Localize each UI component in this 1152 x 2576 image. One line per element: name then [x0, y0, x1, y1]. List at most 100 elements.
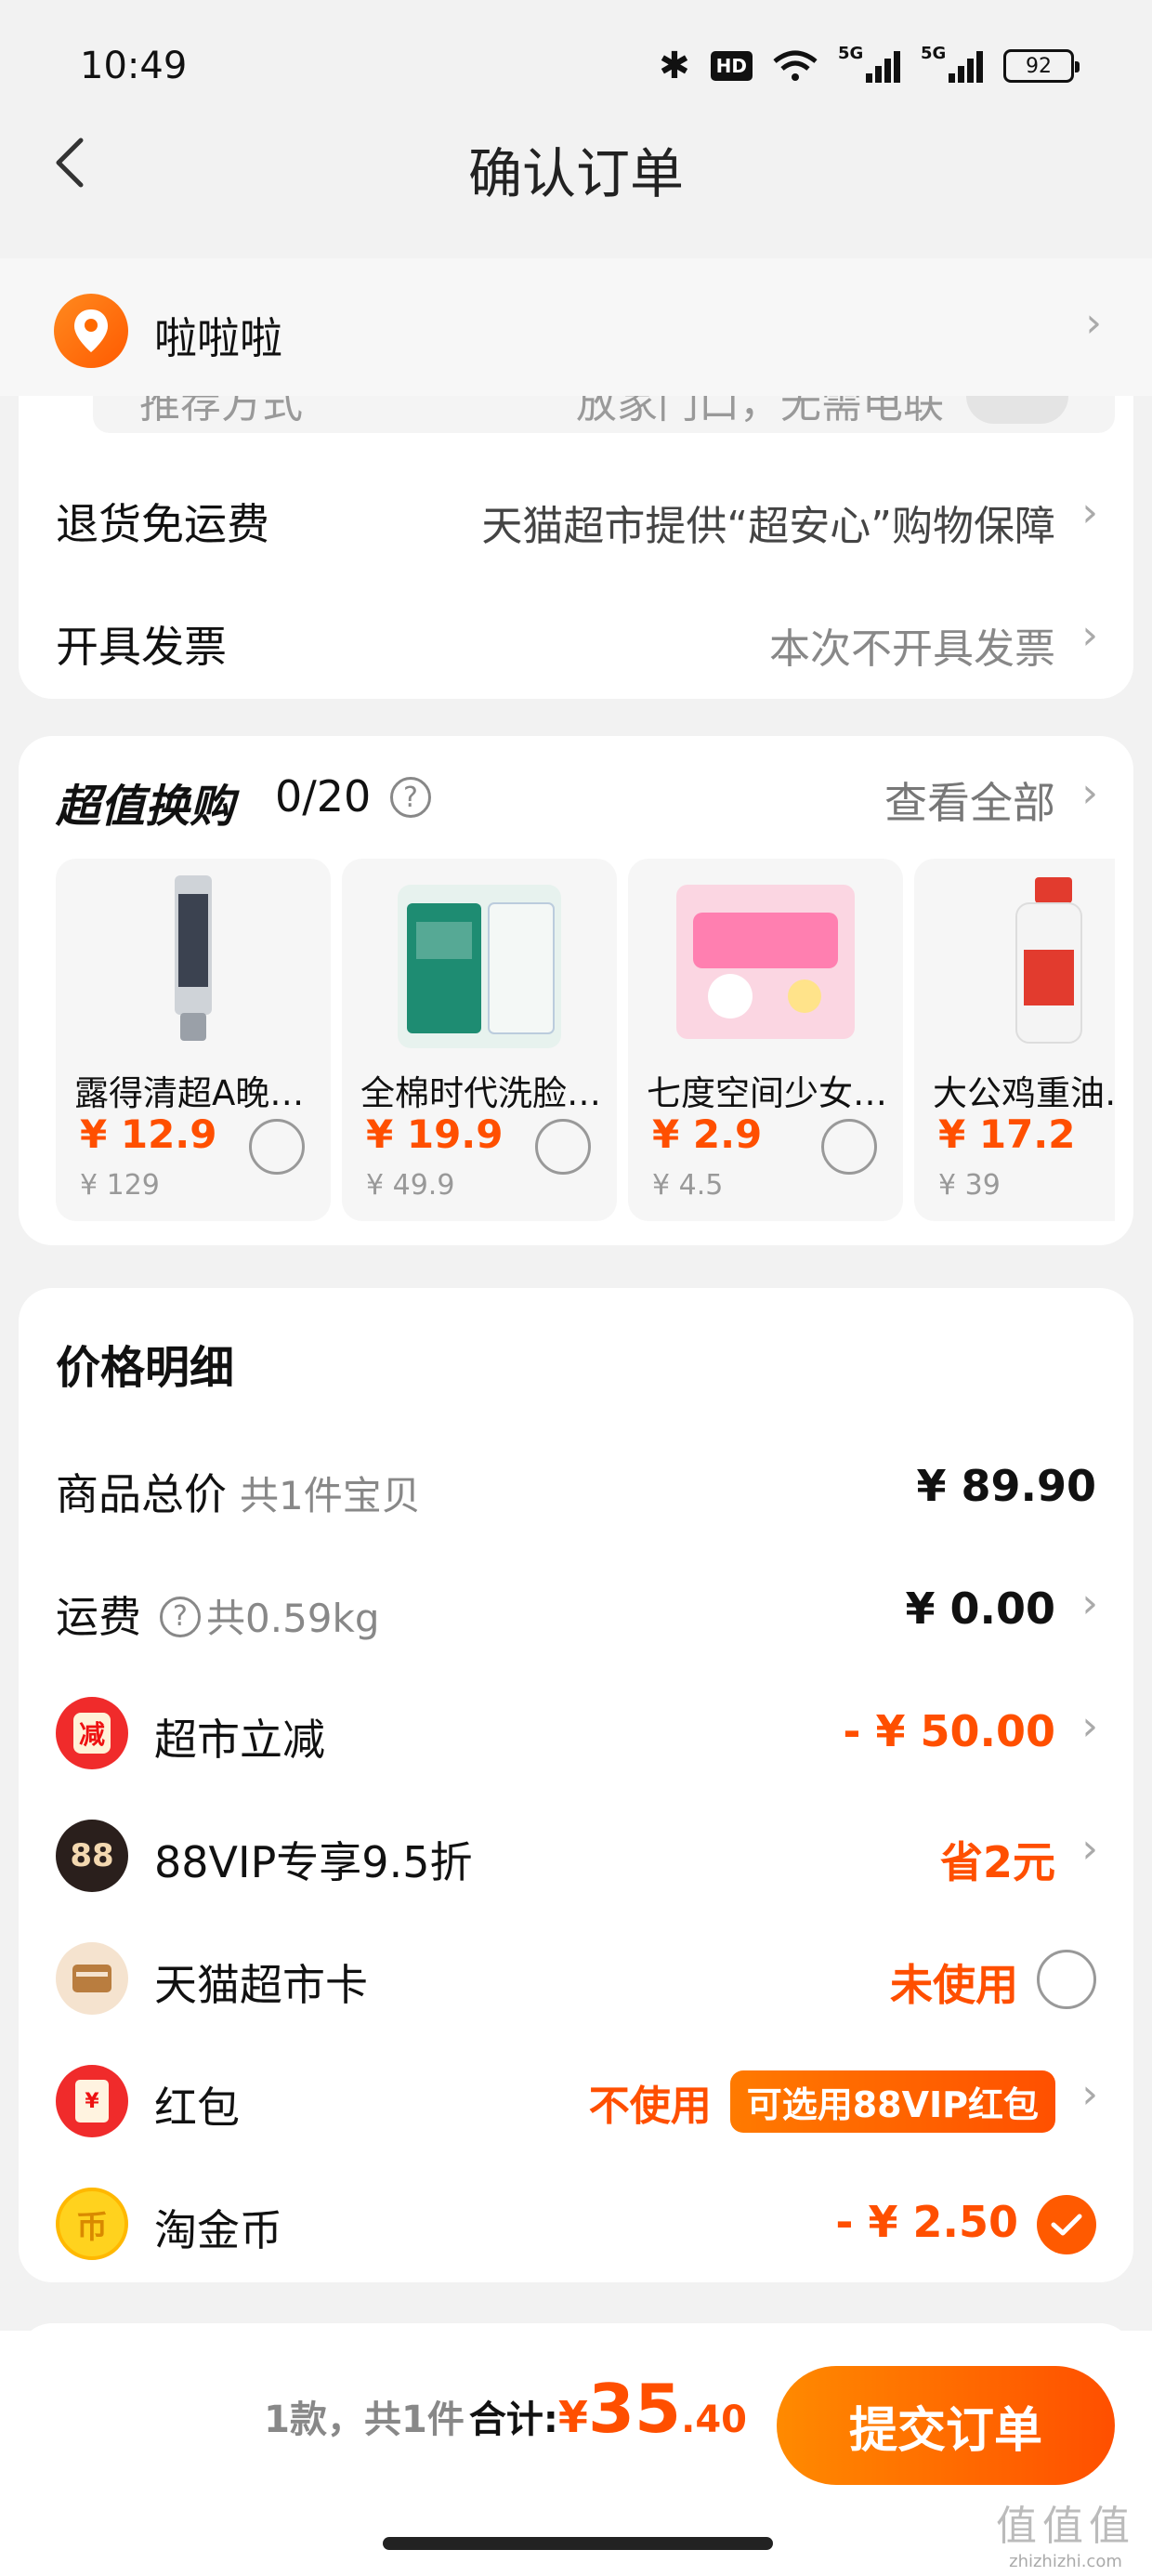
chevron-right-icon: › [1081, 1580, 1098, 1627]
vip-discount-row[interactable]: 88 88VIP专享9.5折 省2元 › [19, 1812, 1133, 1896]
product-card[interactable]: 七度空间少女… ¥ 2.9 ¥ 4.5 [628, 859, 903, 1221]
address-bar[interactable]: 啦啦啦 › [0, 258, 1152, 396]
taojinbi-value: - ¥ 2.50 [835, 2197, 1018, 2247]
submit-order-button[interactable]: 提交订单 [777, 2366, 1115, 2485]
chevron-right-icon: › [1081, 1825, 1098, 1873]
card-select-radio[interactable] [1037, 1950, 1096, 2009]
hongbao-label: 红包 [154, 2083, 240, 2133]
signal-icon: 5G [838, 44, 900, 83]
total-amount-int: 35 [587, 2370, 682, 2448]
total-amount-dec: .40 [681, 2399, 747, 2441]
hd-badge: HD [710, 51, 753, 81]
product-select-radio[interactable] [535, 1119, 591, 1175]
invoice-row[interactable]: 开具发票 本次不开具发票 › [19, 602, 1133, 677]
card-icon [56, 1942, 128, 2015]
chevron-right-icon: › [1081, 611, 1098, 659]
vip-label: 88VIP专享9.5折 [154, 1837, 473, 1887]
watermark-glyphs: 值值值 [996, 2503, 1135, 2550]
bluetooth-icon: ✱ [659, 45, 690, 87]
product-image-towels [398, 885, 561, 1048]
taojinbi-label: 淘金币 [154, 2205, 282, 2255]
watermark-site: zhizhizhi.com [1009, 2552, 1122, 2571]
battery-icon: 92 [1003, 49, 1080, 83]
gold-coin-icon: 币 [56, 2188, 128, 2260]
total-label: 合计: [468, 2399, 558, 2441]
product-strip[interactable]: 露得清超A晚… ¥ 12.9 ¥ 129 全棉时代洗脸… ¥ 19.9 ¥ 49… [56, 859, 1115, 1221]
taojinbi-row[interactable]: 币 淘金币 - ¥ 2.50 [19, 2180, 1133, 2264]
vip-hongbao-tag[interactable]: 可选用88VIP红包 [729, 2070, 1055, 2133]
product-name: 七度空间少女… [647, 1073, 887, 1113]
product-card[interactable]: 大公鸡重油… ¥ 17.2 ¥ 39 [914, 859, 1115, 1221]
currency-symbol: ¥ [557, 2392, 588, 2442]
watermark: 值值值 zhizhizhi.com [996, 2492, 1135, 2571]
see-all-link[interactable]: 查看全部 [884, 769, 1055, 831]
product-image-pads [676, 885, 855, 1039]
vip-88-icon: 88 [56, 1820, 128, 1892]
hongbao-value: 不使用 [588, 2082, 712, 2130]
network-label: 5G [921, 44, 947, 63]
shipping-row[interactable]: 运费? 共0.59kg ¥ 0.00 › [19, 1567, 1133, 1650]
product-original-price: ¥ 39 [938, 1169, 1001, 1202]
product-original-price: ¥ 4.5 [652, 1169, 724, 1202]
product-select-radio[interactable] [249, 1119, 305, 1175]
goods-total-sub: 共1件宝贝 [240, 1473, 421, 1518]
taojinbi-checkbox[interactable] [1037, 2195, 1096, 2254]
product-name: 全棉时代洗脸… [360, 1073, 601, 1113]
goods-total-value: ¥ 89.90 [916, 1461, 1096, 1511]
wifi-icon [773, 50, 818, 82]
network-label: 5G [838, 44, 864, 63]
product-select-radio[interactable] [821, 1119, 877, 1175]
red-packet-icon: ¥ [56, 2065, 128, 2137]
chevron-right-icon: › [1081, 1702, 1098, 1750]
product-name: 露得清超A晚… [74, 1073, 305, 1113]
status-icons: ✱ HD 5G 5G 92 [659, 44, 1080, 87]
goods-total-row: 商品总价 共1件宝贝 ¥ 89.90 [19, 1444, 1133, 1528]
help-circle-icon[interactable]: ? [390, 777, 431, 818]
hongbao-row[interactable]: ¥ 红包 不使用 可选用88VIP红包 › [19, 2057, 1133, 2141]
invoice-value: 本次不开具发票 [769, 625, 1055, 673]
battery-level: 92 [1026, 54, 1052, 78]
return-shipping-value: 天猫超市提供“超安心”购物保障 [481, 503, 1055, 550]
delivery-method-value: 放家门口，无需电联 [576, 396, 944, 427]
price-detail-card: 价格明细 商品总价 共1件宝贝 ¥ 89.90 运费? 共0.59kg ¥ 0.00… [19, 1288, 1133, 2282]
home-indicator[interactable] [383, 2537, 773, 2550]
invoice-label: 开具发票 [56, 622, 227, 672]
shipping-value: ¥ 0.00 [905, 1584, 1055, 1634]
order-options-card: 推荐方式 放家门口，无需电联 退货免运费 天猫超市提供“超安心”购物保障 › 开… [19, 396, 1133, 699]
vip-value: 省2元 [939, 1837, 1055, 1887]
help-circle-icon[interactable]: ? [160, 1596, 201, 1637]
location-pin-icon [54, 294, 128, 368]
discount-label: 超市立减 [154, 1715, 325, 1765]
supermarket-card-row[interactable]: 天猫超市卡 未使用 [19, 1935, 1133, 2018]
signal-icon: 5G [921, 44, 983, 83]
shipping-label: 运费 [56, 1592, 141, 1642]
swap-deals-card: 超值换购 0/20 ? 查看全部 › 露得清超A晚… ¥ 12.9 ¥ 129 … [19, 736, 1133, 1245]
product-price: ¥ 2.9 [652, 1111, 763, 1157]
goods-total-label: 商品总价 [56, 1469, 227, 1519]
discount-value: - ¥ 50.00 [843, 1706, 1055, 1756]
delivery-method-label: 推荐方式 [139, 396, 303, 427]
chevron-right-icon: › [1085, 299, 1102, 347]
item-count: 1款，共1件 [264, 2399, 465, 2441]
supermarket-discount-row[interactable]: 减 超市立减 - ¥ 50.00 › [19, 1689, 1133, 1773]
order-summary: 1款，共1件 合计:¥35.40 [264, 2370, 747, 2448]
supermarket-card-value: 未使用 [890, 1960, 1018, 2010]
product-image-tube [175, 875, 212, 1041]
delivery-toggle[interactable] [966, 396, 1068, 424]
supermarket-card-label: 天猫超市卡 [154, 1960, 368, 2010]
status-bar: 10:49 ✱ HD 5G 5G 92 [0, 0, 1152, 130]
delivery-option-peek: 推荐方式 放家门口，无需电联 [93, 396, 1115, 433]
product-image-spray [1015, 877, 1082, 1044]
product-name: 大公鸡重油… [933, 1073, 1115, 1113]
price-detail-title: 价格明细 [56, 1342, 235, 1394]
swap-count: 0/20 [275, 771, 372, 821]
product-card[interactable]: 全棉时代洗脸… ¥ 19.9 ¥ 49.9 [342, 859, 617, 1221]
chevron-right-icon: › [1081, 769, 1098, 817]
return-shipping-row[interactable]: 退货免运费 天猫超市提供“超安心”购物保障 › [19, 480, 1133, 554]
return-shipping-label: 退货免运费 [56, 499, 269, 549]
checkmark-icon [1051, 2214, 1082, 2236]
product-original-price: ¥ 129 [80, 1169, 160, 1202]
product-card[interactable]: 露得清超A晚… ¥ 12.9 ¥ 129 [56, 859, 331, 1221]
address-name: 啦啦啦 [154, 313, 282, 363]
product-price: ¥ 12.9 [80, 1111, 217, 1157]
